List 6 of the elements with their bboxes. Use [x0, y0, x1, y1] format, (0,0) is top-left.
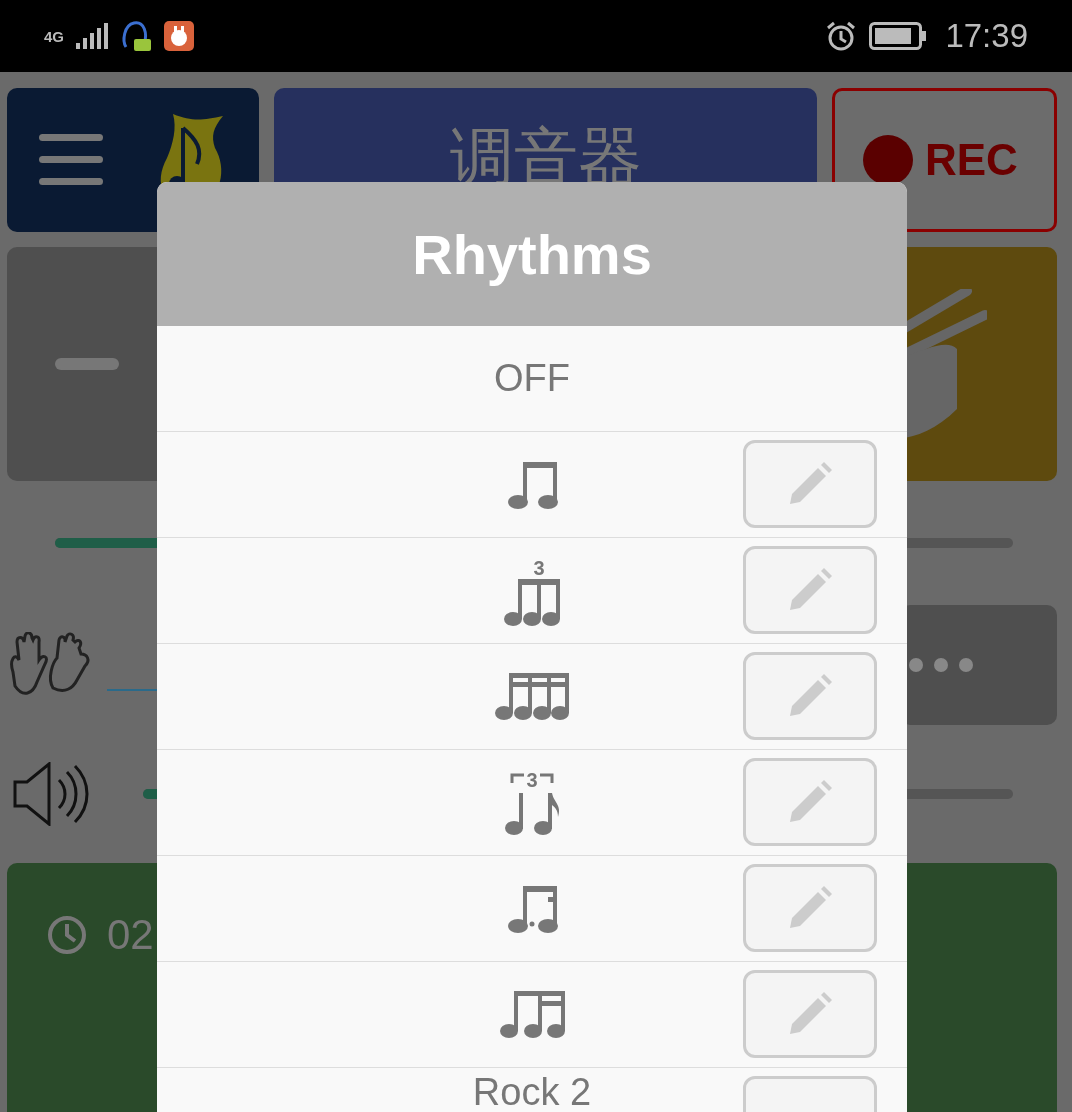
rhythm-option[interactable]: Rock 2	[472, 1072, 592, 1112]
timer-text: 02	[107, 915, 154, 955]
rhythm-option[interactable]: OFF	[494, 357, 570, 400]
dialog-title: Rhythms	[412, 221, 652, 287]
clock-time: 17:39	[945, 17, 1028, 55]
network-label: 4G	[44, 28, 62, 44]
